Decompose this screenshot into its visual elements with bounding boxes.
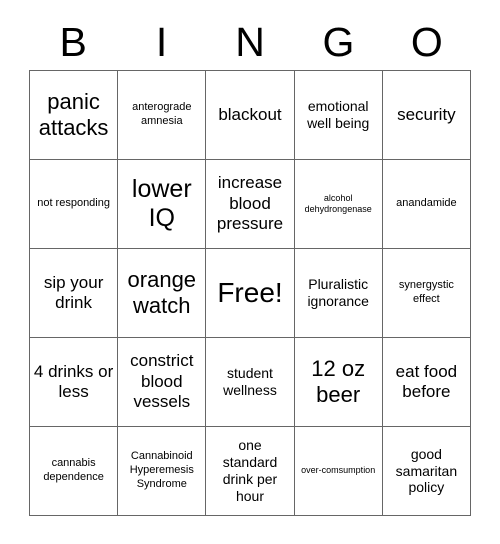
bingo-cell-label: not responding: [37, 197, 110, 210]
bingo-cell-r3c5[interactable]: synergystic effect: [382, 249, 471, 338]
bingo-cell-r5c3[interactable]: one standard drink per hour: [206, 427, 295, 516]
bingo-cell-r1c4[interactable]: emotional well being: [294, 71, 383, 160]
bingo-cell-r4c3[interactable]: student wellness: [206, 338, 295, 427]
bingo-cell-r4c1[interactable]: 4 drinks or less: [30, 338, 119, 427]
bingo-cell-label: Cannabinoid Hyperemesis Syndrome: [129, 450, 194, 490]
bingo-cell-label: student wellness: [223, 365, 277, 398]
bingo-cell-label: blackout: [218, 104, 282, 124]
bingo-cell-label: over-comsumption: [301, 465, 376, 476]
bingo-header-row: B I N G O: [29, 14, 471, 70]
bingo-cell-r1c1[interactable]: panic attacks: [30, 71, 119, 160]
bingo-cell-r2c4[interactable]: alcohol dehydrongenase: [294, 160, 383, 249]
bingo-cell-r1c2[interactable]: anterograde amnesia: [118, 71, 207, 160]
bingo-cell-label: anandamide: [396, 197, 457, 210]
bingo-cell-label: good samaritan policy: [395, 445, 458, 496]
bingo-cell-label: 12 oz beer: [311, 356, 366, 407]
bingo-cell-r2c3[interactable]: increase blood pressure: [206, 160, 295, 249]
bingo-cell-label: security: [397, 104, 456, 124]
bingo-cell-free-space[interactable]: Free!: [206, 249, 295, 338]
bingo-cell-label: increase blood pressure: [216, 173, 284, 234]
bingo-cell-r4c5[interactable]: eat food before: [382, 338, 471, 427]
bingo-cell-r3c1[interactable]: sip your drink: [30, 249, 119, 338]
bingo-cell-label: one standard drink per hour: [222, 437, 278, 504]
bingo-cell-r5c1[interactable]: cannabis dependence: [30, 427, 119, 516]
bingo-cell-r2c1[interactable]: not responding: [30, 160, 119, 249]
header-letter-i: I: [155, 18, 168, 65]
header-letter-n: N: [235, 18, 265, 65]
bingo-cell-label: sip your drink: [43, 272, 104, 312]
bingo-cell-label: synergystic effect: [398, 279, 454, 305]
bingo-cell-label: emotional well being: [307, 98, 370, 131]
bingo-cell-r3c2[interactable]: orange watch: [118, 249, 207, 338]
bingo-cell-label: orange watch: [127, 267, 197, 318]
bingo-cell-label: panic attacks: [38, 89, 109, 140]
bingo-cell-r5c2[interactable]: Cannabinoid Hyperemesis Syndrome: [118, 427, 207, 516]
header-letter-o: O: [410, 18, 443, 65]
bingo-cell-r4c4[interactable]: 12 oz beer: [294, 338, 383, 427]
bingo-card: B I N G O panic attacks anterograde amne…: [0, 0, 500, 544]
bingo-cell-label: cannabis dependence: [43, 457, 104, 483]
bingo-cell-r3c4[interactable]: Pluralistic ignorance: [294, 249, 383, 338]
bingo-grid: panic attacks anterograde amnesia blacko…: [29, 70, 471, 516]
header-letter-b: B: [59, 18, 87, 65]
bingo-cell-r4c2[interactable]: constrict blood vessels: [118, 338, 207, 427]
bingo-cell-label: Pluralistic ignorance: [307, 276, 369, 309]
bingo-cell-r2c5[interactable]: anandamide: [382, 160, 471, 249]
bingo-cell-r5c4[interactable]: over-comsumption: [294, 427, 383, 516]
bingo-cell-r5c5[interactable]: good samaritan policy: [382, 427, 471, 516]
bingo-cell-r1c5[interactable]: security: [382, 71, 471, 160]
header-letter-g: G: [322, 18, 355, 65]
bingo-cell-label: eat food before: [395, 361, 458, 401]
bingo-cell-label: anterograde amnesia: [132, 101, 192, 127]
bingo-cell-label: constrict blood vessels: [130, 351, 194, 412]
bingo-cell-label: alcohol dehydrongenase: [304, 192, 372, 214]
free-space-label: Free!: [217, 276, 283, 308]
bingo-cell-r1c3[interactable]: blackout: [206, 71, 295, 160]
bingo-cell-label: lower IQ: [131, 175, 192, 232]
bingo-cell-r2c2[interactable]: lower IQ: [118, 160, 207, 249]
bingo-cell-label: 4 drinks or less: [33, 361, 114, 401]
